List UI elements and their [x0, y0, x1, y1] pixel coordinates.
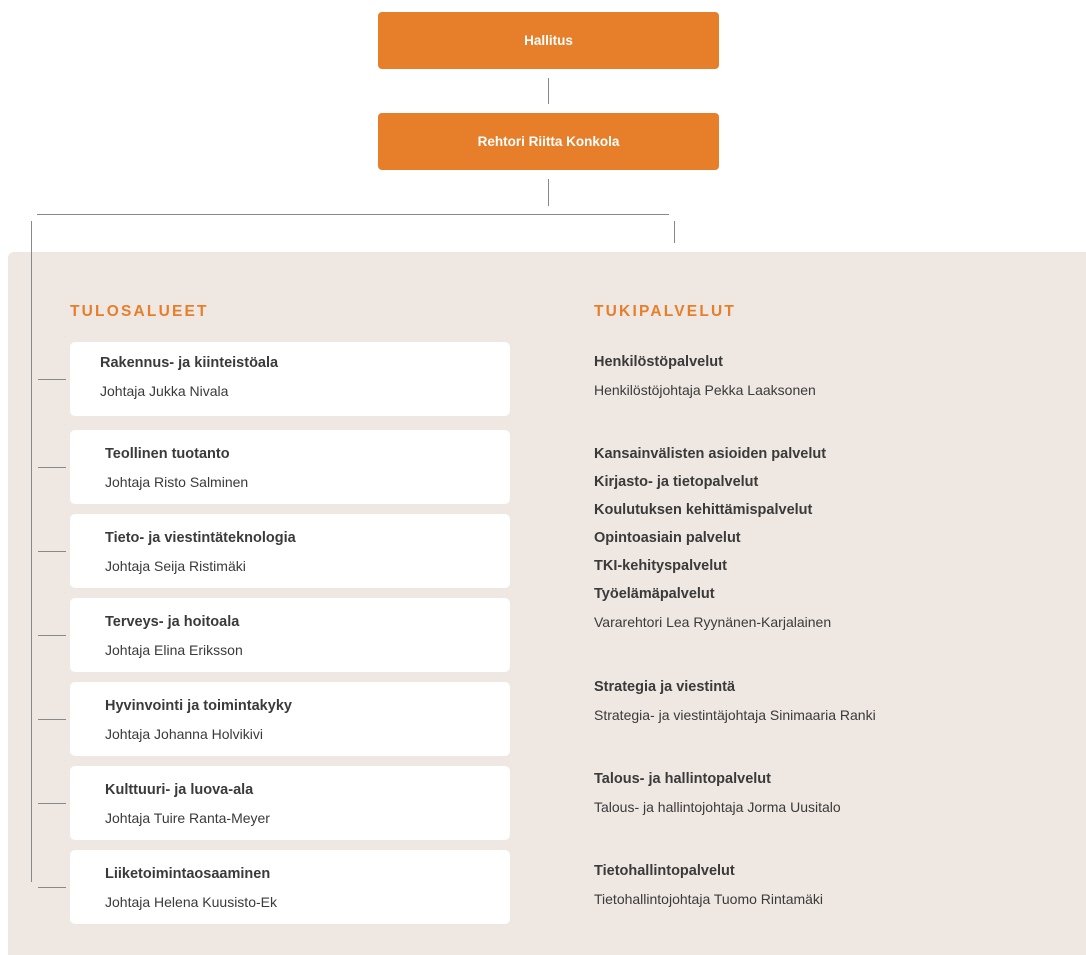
- unit-connector: [38, 635, 66, 636]
- service-name-strategy: Strategia ja viestintä: [594, 679, 736, 695]
- unit-head: Johtaja Seija Ristimäki: [105, 558, 246, 574]
- rector-box: Rehtori Riitta Konkola: [378, 113, 719, 170]
- service-head-hr: Henkilöstöjohtaja Pekka Laaksonen: [594, 382, 816, 398]
- service-name-student-affairs: Opintoasiain palvelut: [594, 530, 741, 546]
- service-name-it: Tietohallintopalvelut: [594, 863, 735, 879]
- unit-connector: [38, 887, 66, 888]
- unit-head: Johtaja Tuire Ranta-Meyer: [105, 810, 270, 826]
- service-head-vice-rector: Vararehtori Lea Ryynänen-Karjalainen: [594, 614, 832, 630]
- unit-card: Liiketoimintaosaaminen Johtaja Helena Ku…: [70, 850, 510, 924]
- service-name-rdi: TKI-kehityspalvelut: [594, 558, 727, 574]
- rector-label: Rehtori Riitta Konkola: [477, 134, 620, 149]
- unit-card: Terveys- ja hoitoala Johtaja Elina Eriks…: [70, 598, 510, 672]
- service-name-hr: Henkilöstöpalvelut: [594, 354, 723, 370]
- unit-connector: [38, 379, 66, 380]
- connector-line: [674, 221, 675, 243]
- connector-line: [548, 78, 549, 104]
- service-head-finance: Talous- ja hallintojohtaja Jorma Uusital…: [594, 799, 841, 815]
- service-head-it: Tietohallintojohtaja Tuomo Rintamäki: [594, 891, 824, 907]
- services-section-title: TUKIPALVELUT: [594, 303, 737, 320]
- unit-connector: [38, 551, 66, 552]
- service-name-finance: Talous- ja hallintopalvelut: [594, 771, 771, 787]
- board-label: Hallitus: [524, 33, 573, 48]
- unit-head: Johtaja Helena Kuusisto-Ek: [105, 894, 277, 910]
- unit-name: Teollinen tuotanto: [105, 446, 230, 462]
- board-box: Hallitus: [378, 12, 719, 69]
- service-name-working-life: Työelämäpalvelut: [594, 586, 715, 602]
- unit-name: Hyvinvointi ja toimintakyky: [105, 698, 292, 714]
- units-section-title: TULOSALUEET: [70, 303, 209, 320]
- unit-name: Terveys- ja hoitoala: [105, 614, 240, 630]
- unit-card: Tieto- ja viestintäteknologia Johtaja Se…: [70, 514, 510, 588]
- unit-card: Rakennus- ja kiinteistöala Johtaja Jukka…: [70, 342, 510, 416]
- connector-line: [548, 179, 549, 206]
- unit-card: Teollinen tuotanto Johtaja Risto Salmine…: [70, 430, 510, 504]
- unit-name: Rakennus- ja kiinteistöala: [100, 355, 279, 371]
- unit-head: Johtaja Elina Eriksson: [105, 642, 243, 658]
- service-name-education-development: Koulutuksen kehittämispalvelut: [594, 502, 813, 518]
- unit-head: Johtaja Jukka Nivala: [100, 383, 229, 399]
- unit-name: Liiketoimintaosaaminen: [105, 866, 271, 882]
- unit-head: Johtaja Johanna Holvikivi: [105, 726, 263, 742]
- unit-connector: [38, 719, 66, 720]
- unit-name: Kulttuuri- ja luova-ala: [105, 782, 254, 798]
- unit-connector: [38, 467, 66, 468]
- unit-head: Johtaja Risto Salminen: [105, 474, 249, 490]
- service-name-international: Kansainvälisten asioiden palvelut: [594, 446, 827, 462]
- unit-connector: [38, 803, 66, 804]
- unit-name: Tieto- ja viestintäteknologia: [105, 530, 296, 546]
- unit-card: Kulttuuri- ja luova-ala Johtaja Tuire Ra…: [70, 766, 510, 840]
- units-spine-line: [31, 221, 32, 882]
- unit-card: Hyvinvointi ja toimintakyky Johtaja Joha…: [70, 682, 510, 756]
- service-head-strategy: Strategia- ja viestintäjohtaja Sinimaari…: [594, 707, 876, 723]
- service-name-library: Kirjasto- ja tietopalvelut: [594, 474, 759, 490]
- branch-line: [37, 214, 669, 215]
